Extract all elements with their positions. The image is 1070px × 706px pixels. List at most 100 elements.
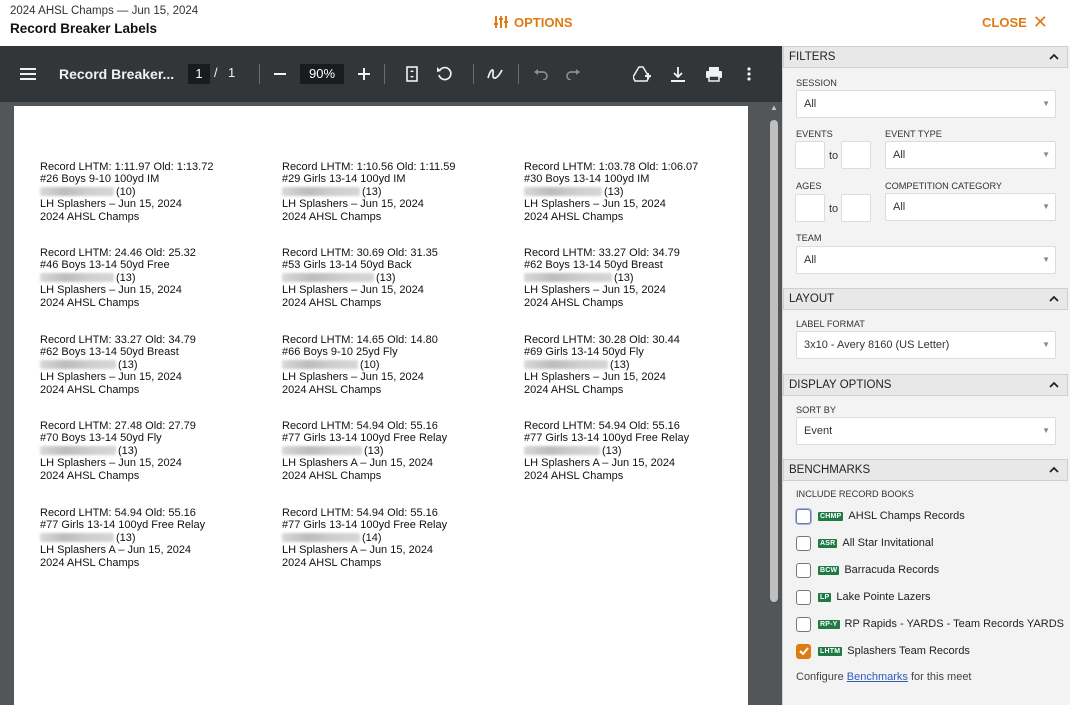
- record-book-checkbox[interactable]: [796, 508, 811, 524]
- team-select[interactable]: All ▼: [796, 246, 1056, 274]
- swimmer-age: (13): [118, 444, 138, 457]
- page-number-input[interactable]: 1: [188, 64, 210, 84]
- pdf-canvas: Record LHTM: 1:11.97 Old: 1:13.72 #26 Boy…: [0, 102, 782, 706]
- configure-benchmarks-text: Configure Benchmarks for this meet: [796, 671, 972, 683]
- app-header: 2024 AHSL Champs — Jun 15, 2024 Record B…: [0, 0, 1070, 46]
- session-select[interactable]: All ▼: [796, 90, 1056, 118]
- label-format-select[interactable]: 3x10 - Avery 8160 (US Letter) ▼: [796, 331, 1056, 359]
- record-book-checkbox[interactable]: [796, 562, 811, 578]
- swimmer-age: (13): [602, 444, 622, 457]
- record-book-asr[interactable]: ASR All Star Invitational: [796, 534, 934, 552]
- record-book-badge: LHTM: [818, 646, 843, 656]
- label-line: Record LHTM: 27.48 Old: 27.79: [40, 420, 196, 432]
- download-icon[interactable]: [668, 46, 688, 102]
- record-label: Record LHTM: 54.94 Old: 55.16 #77 Girls 1…: [282, 420, 512, 482]
- fit-page-icon[interactable]: [403, 46, 421, 102]
- close-button[interactable]: CLOSE ✕: [982, 13, 1048, 31]
- check-icon: [798, 647, 809, 655]
- label-line: Record LHTM: 30.69 Old: 31.35: [282, 247, 438, 259]
- page-total: 1: [228, 65, 236, 80]
- add-to-drive-icon[interactable]: [632, 46, 652, 102]
- competition-category-select[interactable]: All ▼: [885, 193, 1056, 221]
- events-from-input[interactable]: [795, 141, 825, 169]
- label-line: #29 Girls 13-14 100yd IM: [282, 173, 406, 186]
- label-line: (13): [524, 186, 754, 198]
- record-book-checkbox[interactable]: [796, 535, 811, 551]
- label-line: Record LHTM: 54.94 Old: 55.16: [524, 420, 680, 432]
- label-line: (13): [524, 445, 754, 457]
- team-label: TEAM: [796, 233, 822, 243]
- layout-section-header[interactable]: LAYOUT: [783, 288, 1068, 310]
- label-format-value: 3x10 - Avery 8160 (US Letter): [804, 339, 950, 351]
- record-label: Record LHTM: 27.48 Old: 27.79 #70 Boys 13…: [40, 420, 270, 482]
- toolbar-divider: [473, 64, 474, 84]
- swimmer-age: (13): [604, 185, 624, 198]
- include-record-books-label: INCLUDE RECORD BOOKS: [796, 489, 914, 499]
- benchmarks-link[interactable]: Benchmarks: [847, 671, 908, 683]
- record-book-badge: ASR: [818, 538, 838, 548]
- redacted-swimmer-name: [282, 272, 374, 282]
- label-line: 2024 AHSL Champs: [282, 296, 382, 309]
- scroll-up-icon[interactable]: ▲: [768, 102, 780, 114]
- label-line: 2024 AHSL Champs: [524, 296, 624, 309]
- event-type-select[interactable]: All ▼: [885, 141, 1056, 169]
- record-label: Record LHTM: 30.69 Old: 31.35 #53 Girls 1…: [282, 247, 512, 309]
- benchmarks-heading: BENCHMARKS: [789, 464, 871, 476]
- close-icon: ✕: [1032, 12, 1048, 32]
- record-label: Record LHTM: 14.65 Old: 14.80 #66 Boys 9-…: [282, 334, 512, 396]
- undo-icon[interactable]: [531, 46, 551, 102]
- rotate-icon[interactable]: [435, 46, 455, 102]
- options-button[interactable]: OPTIONS: [493, 13, 573, 31]
- chevron-up-icon: [1049, 466, 1059, 473]
- label-line: LH Splashers – Jun 15, 2024: [524, 371, 666, 384]
- display-options-section-header[interactable]: DISPLAY OPTIONS: [783, 374, 1068, 396]
- label-line: 2024 AHSL Champs: [524, 210, 624, 223]
- record-book-checkbox[interactable]: [796, 589, 811, 605]
- label-line: (13): [282, 272, 512, 284]
- record-label: Record LHTM: 54.94 Old: 55.16 #77 Girls 1…: [282, 507, 512, 569]
- draw-icon[interactable]: [485, 46, 505, 102]
- record-book-lhtm[interactable]: LHTM Splashers Team Records: [796, 642, 970, 660]
- label-line: 2024 AHSL Champs: [282, 383, 382, 396]
- ages-from-input[interactable]: [795, 194, 825, 222]
- redacted-swimmer-name: [282, 445, 362, 455]
- print-icon[interactable]: [703, 46, 725, 102]
- hamburger-menu-icon[interactable]: [17, 46, 39, 102]
- label-line: LH Splashers – Jun 15, 2024: [524, 198, 666, 211]
- redacted-swimmer-name: [40, 532, 114, 542]
- label-line: #26 Boys 9-10 100yd IM: [40, 173, 160, 186]
- record-book-label: Lake Pointe Lazers: [836, 591, 931, 603]
- record-book-checkbox[interactable]: [796, 643, 811, 659]
- plus-icon[interactable]: [354, 46, 374, 102]
- label-line: 2024 AHSL Champs: [524, 383, 624, 396]
- filters-section-header[interactable]: FILTERS: [783, 46, 1068, 68]
- record-book-checkbox[interactable]: [796, 616, 811, 632]
- label-line: LH Splashers – Jun 15, 2024: [282, 284, 424, 297]
- page-separator: /: [214, 65, 218, 80]
- label-line: LH Splashers – Jun 15, 2024: [282, 198, 424, 211]
- ages-to-input[interactable]: [841, 194, 871, 222]
- record-book-bcw[interactable]: BCW Barracuda Records: [796, 561, 939, 579]
- events-to-input[interactable]: [841, 141, 871, 169]
- label-line: 2024 AHSL Champs: [40, 383, 140, 396]
- label-line: (13): [40, 359, 270, 371]
- sort-by-select[interactable]: Event ▼: [796, 417, 1056, 445]
- redo-icon[interactable]: [563, 46, 583, 102]
- ages-to-text: to: [829, 203, 839, 215]
- record-book-chmp[interactable]: CHMP AHSL Champs Records: [796, 507, 965, 525]
- label-line: 2024 AHSL Champs: [40, 296, 140, 309]
- minus-icon[interactable]: [270, 46, 290, 102]
- record-book-lp[interactable]: LP Lake Pointe Lazers: [796, 588, 931, 606]
- label-line: LH Splashers A – Jun 15, 2024: [40, 544, 192, 557]
- swimmer-age: (13): [116, 271, 136, 284]
- label-line: Record LHTM: 33.27 Old: 34.79: [524, 247, 680, 259]
- benchmarks-section-header[interactable]: BENCHMARKS: [783, 459, 1068, 481]
- record-book-rp-y[interactable]: RP-Y RP Rapids - YARDS - Team Records YAR…: [796, 615, 1064, 633]
- document-title: Record Breaker...: [59, 66, 175, 82]
- label-line: #77 Girls 13-14 100yd Free Relay: [282, 432, 448, 445]
- redacted-swimmer-name: [524, 445, 600, 455]
- more-vert-icon[interactable]: [741, 46, 757, 102]
- scrollbar-thumb[interactable]: [770, 120, 778, 602]
- zoom-input[interactable]: 90%: [300, 64, 344, 84]
- caret-down-icon: ▼: [1042, 150, 1050, 159]
